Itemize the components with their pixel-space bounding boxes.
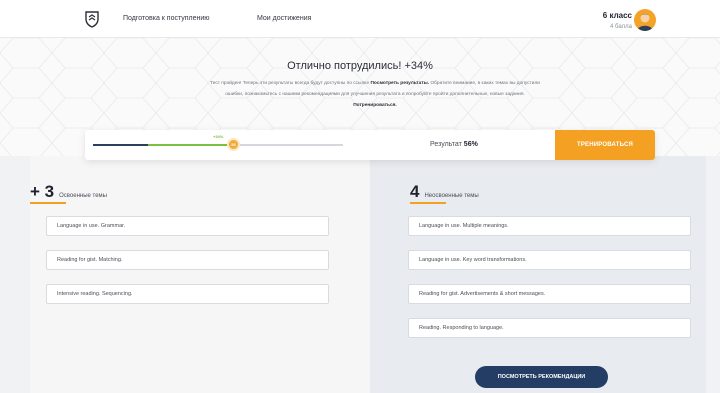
mastered-topic[interactable]: Language in use. Grammar.	[46, 216, 329, 236]
unmastered-topic[interactable]: Reading. Responding to language.	[408, 318, 691, 338]
user-points: 4 балла	[610, 24, 632, 30]
train-link[interactable]: Потренироваться.	[353, 103, 397, 108]
unmastered-topic[interactable]: Reading for gist. Advertisements & short…	[408, 284, 691, 304]
result-card: +34% 56 Результат 56% ТРЕНИРОВАТЬСЯ	[85, 130, 655, 160]
progress-bar	[93, 144, 343, 146]
mastered-topic[interactable]: Intensive reading. Sequencing.	[46, 284, 329, 304]
train-button[interactable]: ТРЕНИРОВАТЬСЯ	[555, 130, 655, 160]
progress-knob: 56	[227, 138, 240, 151]
nav-link-achievements[interactable]: Мои достижения	[257, 15, 311, 22]
progress-previous	[93, 144, 148, 146]
mastered-label: Освоенные темы	[59, 193, 107, 199]
result-score: Результат 56%	[430, 141, 478, 148]
unmastered-panel: 4 Неосвоенные темы Language in use. Mult…	[370, 156, 706, 393]
shield-logo-icon[interactable]	[84, 10, 100, 28]
top-header: Подготовка к поступлению Мои достижения …	[0, 0, 720, 38]
unmastered-underline	[410, 202, 446, 204]
unmastered-topic[interactable]: Language in use. Multiple meanings.	[408, 216, 691, 236]
result-value: 56%	[463, 141, 478, 148]
progress-gain	[148, 144, 233, 146]
unmastered-label: Неосвоенные темы	[424, 193, 479, 199]
avatar[interactable]	[634, 9, 656, 31]
progress-delta: +34%	[213, 134, 224, 139]
view-recommendations-button[interactable]: ПОСМОТРЕТЬ РЕКОМЕНДАЦИИ	[475, 366, 608, 388]
unmastered-topic[interactable]: Language in use. Key word transformation…	[408, 250, 691, 270]
hero-description: Тест пройден! Теперь эти результаты всег…	[210, 81, 540, 108]
results-link[interactable]: Посмотреть результаты.	[370, 81, 429, 86]
nav-link-admission-prep[interactable]: Подготовка к поступлению	[123, 15, 210, 22]
user-grade: 6 класс	[602, 11, 632, 20]
mastered-count: + 3	[30, 182, 55, 201]
mastered-panel: + 3 Освоенные темы Language in use. Gram…	[30, 156, 370, 393]
hero-title: Отлично потрудились! +34%	[287, 60, 433, 72]
unmastered-count: 4	[410, 182, 420, 201]
mastered-topic[interactable]: Reading for gist. Matching.	[46, 250, 329, 270]
user-avatar-icon	[637, 13, 653, 31]
mastered-underline	[30, 202, 66, 204]
